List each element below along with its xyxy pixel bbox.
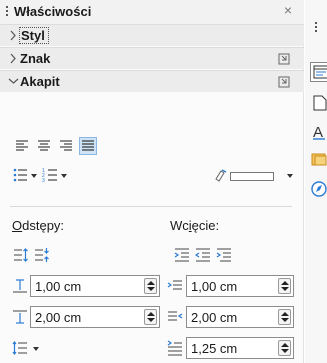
after-text-indent-value: 2,00 cm xyxy=(191,310,238,325)
before-text-indent-stepper[interactable] xyxy=(278,278,291,294)
gallery-tab-icon[interactable] xyxy=(310,150,327,170)
alignment-row xyxy=(0,137,304,156)
first-line-indent-stepper[interactable] xyxy=(278,340,291,356)
highlight-color-swatch[interactable] xyxy=(230,172,274,181)
sidebar-tab-bar: A xyxy=(305,0,327,363)
align-justify-icon[interactable] xyxy=(79,137,97,155)
below-spacing-value: 2,00 cm xyxy=(35,310,82,325)
after-text-indent-field[interactable]: 2,00 cm xyxy=(186,306,294,328)
decrease-indent-icon[interactable] xyxy=(195,247,211,263)
decrease-spacing-icon[interactable] xyxy=(34,247,50,263)
first-line-indent-field[interactable]: 1,25 cm xyxy=(186,337,294,359)
below-spacing-stepper[interactable] xyxy=(144,309,157,325)
chevron-right-icon xyxy=(10,30,16,41)
above-spacing-stepper[interactable] xyxy=(144,278,157,294)
bullet-list-icon[interactable] xyxy=(12,167,28,183)
line-spacing-dropdown-arrow[interactable] xyxy=(33,347,39,351)
panel-title: Właściwości xyxy=(14,4,92,19)
grip-icon[interactable] xyxy=(6,6,9,19)
after-text-indent-stepper[interactable] xyxy=(278,309,291,325)
increase-indent-icon[interactable] xyxy=(174,247,190,263)
first-line-indent-icon xyxy=(167,340,182,356)
lists-row: 123 xyxy=(0,167,304,185)
section-znak-label: Znak xyxy=(20,51,51,66)
section-akapit-label: Akapit xyxy=(20,74,60,89)
paragraph-highlight-icon[interactable] xyxy=(213,167,229,183)
grip-icon[interactable] xyxy=(315,22,317,34)
section-styl[interactable]: Styl xyxy=(0,24,304,46)
styles-tab-icon[interactable]: A xyxy=(310,123,327,143)
above-spacing-field[interactable]: 1,00 cm xyxy=(30,275,160,297)
before-text-indent-field[interactable]: 1,00 cm xyxy=(186,275,294,297)
below-paragraph-spacing-icon xyxy=(13,310,27,324)
bullet-list-dropdown-arrow[interactable] xyxy=(31,174,37,178)
before-text-indent-icon xyxy=(167,280,182,290)
more-options-icon[interactable] xyxy=(278,76,290,88)
highlight-dropdown-arrow[interactable] xyxy=(287,174,293,178)
chevron-right-icon xyxy=(10,53,16,64)
spacing-label: Odstępy: xyxy=(12,218,65,233)
below-spacing-field[interactable]: 2,00 cm xyxy=(30,306,160,328)
properties-tab-icon[interactable] xyxy=(310,62,327,82)
above-spacing-value: 1,00 cm xyxy=(35,279,82,294)
align-center-icon[interactable] xyxy=(36,138,52,154)
close-icon[interactable]: × xyxy=(284,2,292,18)
hanging-indent-icon[interactable] xyxy=(216,247,232,263)
before-text-indent-value: 1,00 cm xyxy=(191,279,238,294)
first-line-indent-value: 1,25 cm xyxy=(191,341,238,356)
page-tab-icon[interactable] xyxy=(310,94,327,114)
section-akapit[interactable]: Akapit xyxy=(0,70,304,92)
indent-label: Wcięcie: xyxy=(170,218,220,233)
align-right-icon[interactable] xyxy=(58,138,74,154)
line-spacing-icon[interactable] xyxy=(12,340,28,356)
after-text-indent-icon xyxy=(168,311,183,321)
svg-text:3: 3 xyxy=(42,178,45,183)
separator xyxy=(10,206,292,207)
section-styl-label: Styl xyxy=(19,27,49,44)
numbered-list-icon[interactable]: 123 xyxy=(42,167,58,183)
chevron-down-icon xyxy=(8,78,19,84)
section-znak[interactable]: Znak xyxy=(0,47,304,69)
more-options-icon[interactable] xyxy=(278,53,290,65)
properties-panel: Właściwości × Styl Znak Akapit 1 2 3 Ods… xyxy=(0,0,304,363)
align-left-icon[interactable] xyxy=(14,138,30,154)
navigator-tab-icon[interactable] xyxy=(310,180,327,200)
panel-header: Właściwości × xyxy=(0,0,304,24)
above-paragraph-spacing-icon xyxy=(13,279,27,293)
increase-spacing-icon[interactable] xyxy=(13,247,29,263)
numbered-list-dropdown-arrow[interactable] xyxy=(61,174,67,178)
